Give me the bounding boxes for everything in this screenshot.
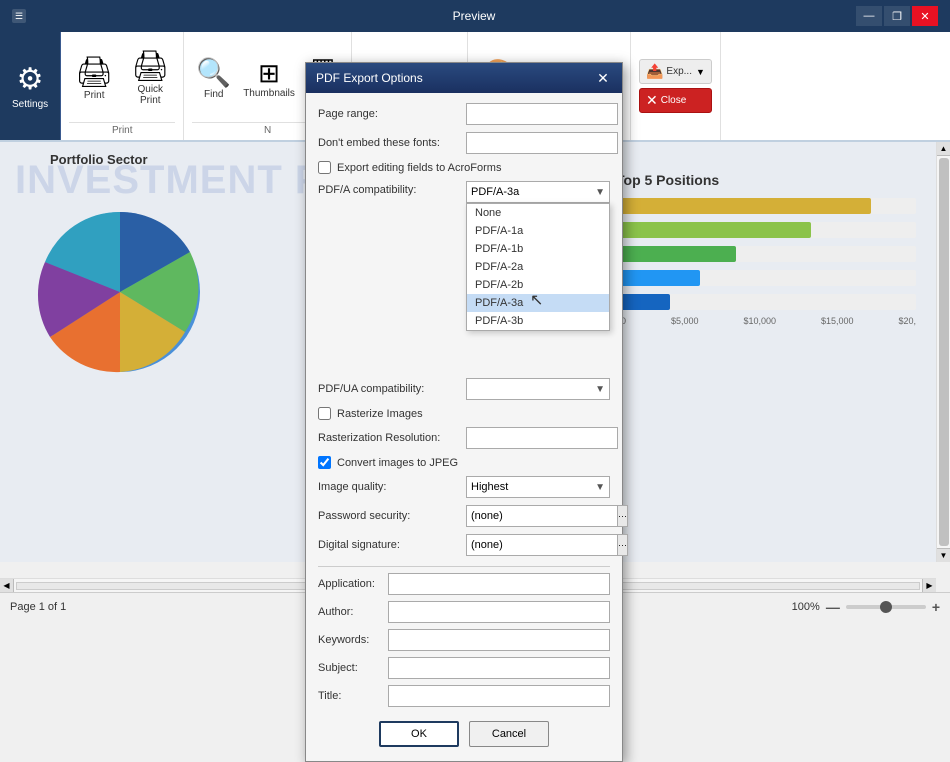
image-quality-arrow: ▼ [595, 482, 605, 493]
title-input[interactable] [388, 685, 610, 707]
digital-signature-label: Digital signature: [318, 539, 466, 551]
image-quality-label: Image quality: [318, 481, 466, 493]
digital-signature-ellipsis[interactable]: ··· [618, 534, 628, 556]
rasterize-label: Rasterize Images [337, 408, 423, 420]
dont-embed-row: Don't embed these fonts: [318, 132, 610, 154]
dont-embed-label: Don't embed these fonts: [318, 137, 466, 149]
password-security-ellipsis[interactable]: ··· [618, 505, 628, 527]
application-row: Application: [318, 573, 610, 595]
acroforms-checkbox[interactable] [318, 161, 331, 174]
divider [318, 566, 610, 567]
raster-res-row: Rasterization Resolution: [318, 427, 610, 449]
acroforms-label: Export editing fields to AcroForms [337, 162, 501, 174]
rasterize-row: Rasterize Images [318, 407, 610, 420]
title-label: Title: [318, 690, 388, 702]
dialog-title: PDF Export Options [316, 71, 423, 85]
subject-label: Subject: [318, 662, 388, 674]
digital-signature-input[interactable] [466, 534, 618, 556]
pdfa-selected-value: PDF/A-3a [471, 186, 519, 198]
cancel-button[interactable]: Cancel [469, 721, 549, 747]
password-security-input[interactable] [466, 505, 618, 527]
dialog-close-button[interactable]: ✕ [594, 69, 612, 87]
pdfa-option-2b[interactable]: PDF/A-2b [467, 276, 609, 294]
subject-input[interactable] [388, 657, 610, 679]
dialog-buttons: OK Cancel [318, 713, 610, 751]
application-label: Application: [318, 578, 388, 590]
pdfa-option-none[interactable]: None [467, 204, 609, 222]
password-security-label: Password security: [318, 510, 466, 522]
dialog-overlay: PDF Export Options ✕ Page range: Don't e… [0, 0, 950, 620]
dont-embed-input[interactable] [466, 132, 618, 154]
page-range-row: Page range: [318, 103, 610, 125]
acroforms-row: Export editing fields to AcroForms [318, 161, 610, 174]
pdfa-option-3b[interactable]: PDF/A-3b [467, 312, 609, 330]
pdfa-option-2a[interactable]: PDF/A-2a [467, 258, 609, 276]
convert-jpeg-row: Convert images to JPEG [318, 456, 610, 469]
pdfa-select[interactable]: PDF/A-3a ▼ [466, 181, 610, 203]
author-label: Author: [318, 606, 388, 618]
pdfa-label: PDF/A compatibility: [318, 181, 466, 196]
pdfa-option-1a[interactable]: PDF/A-1a [467, 222, 609, 240]
convert-jpeg-label: Convert images to JPEG [337, 457, 458, 469]
subject-row: Subject: [318, 657, 610, 679]
page-range-label: Page range: [318, 108, 466, 120]
dialog-body: Page range: Don't embed these fonts: Exp… [306, 93, 622, 761]
raster-res-input[interactable] [466, 427, 618, 449]
pdfua-arrow-icon: ▼ [595, 384, 605, 395]
title-row: Title: [318, 685, 610, 707]
convert-jpeg-checkbox[interactable] [318, 456, 331, 469]
image-quality-dropdown[interactable]: Highest ▼ [466, 476, 610, 498]
dialog-titlebar: PDF Export Options ✕ [306, 63, 622, 93]
pdfua-row: PDF/UA compatibility: ▼ [318, 378, 610, 400]
pdfa-option-3a[interactable]: PDF/A-3a [467, 294, 609, 312]
rasterize-checkbox[interactable] [318, 407, 331, 420]
pdfa-row: PDF/A compatibility: PDF/A-3a ▼ None PDF… [318, 181, 610, 203]
pdf-export-dialog: PDF Export Options ✕ Page range: Don't e… [305, 62, 623, 762]
page-range-input[interactable] [466, 103, 618, 125]
pdfa-arrow-icon: ▼ [595, 187, 605, 198]
image-quality-value: Highest [471, 481, 595, 493]
keywords-label: Keywords: [318, 634, 388, 646]
pdfua-label: PDF/UA compatibility: [318, 383, 466, 395]
pdfa-dropdown-container[interactable]: PDF/A-3a ▼ None PDF/A-1a PDF/A-1b PDF/A-… [466, 181, 610, 203]
ok-button[interactable]: OK [379, 721, 459, 747]
digital-signature-row: Digital signature: ··· [318, 534, 610, 556]
application-input[interactable] [388, 573, 610, 595]
image-quality-row: Image quality: Highest ▼ [318, 476, 610, 498]
pdfa-dropdown-list[interactable]: None PDF/A-1a PDF/A-1b PDF/A-2a PDF/A-2b… [466, 203, 610, 331]
pdfa-option-1b[interactable]: PDF/A-1b [467, 240, 609, 258]
keywords-row: Keywords: [318, 629, 610, 651]
keywords-input[interactable] [388, 629, 610, 651]
pdfua-dropdown[interactable]: ▼ [466, 378, 610, 400]
raster-res-label: Rasterization Resolution: [318, 432, 466, 444]
password-security-row: Password security: ··· [318, 505, 610, 527]
